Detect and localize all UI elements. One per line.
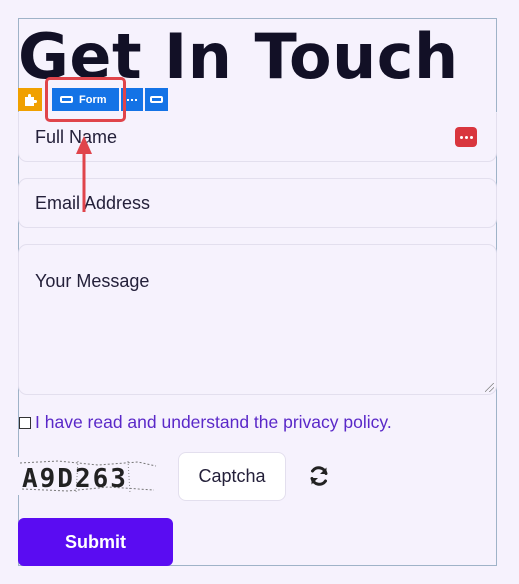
captcha-button-label: Captcha	[198, 466, 266, 486]
input-field-icon	[150, 96, 163, 103]
email-placeholder: Email Address	[35, 193, 151, 213]
plugin-icon[interactable]	[18, 88, 42, 111]
refresh-icon[interactable]	[307, 464, 331, 488]
resize-handle[interactable]	[485, 383, 494, 392]
input-widget-button[interactable]	[145, 88, 168, 111]
submit-label: Submit	[65, 531, 126, 552]
captcha-image: A9D263	[18, 457, 158, 495]
captcha-button[interactable]: Captcha	[178, 452, 286, 501]
message-placeholder: Your Message	[35, 271, 150, 291]
privacy-policy-link[interactable]: I have read and understand the privacy p…	[35, 412, 392, 433]
message-field[interactable]: Your Message	[18, 244, 497, 395]
highlight-box	[45, 77, 126, 122]
privacy-policy-row: I have read and understand the privacy p…	[18, 412, 392, 433]
full-name-placeholder: Full Name	[35, 127, 118, 147]
privacy-checkbox[interactable]	[19, 416, 31, 429]
submit-button[interactable]: Submit	[18, 518, 173, 566]
captcha-text: A9D263	[22, 464, 128, 494]
email-field[interactable]: Email Address	[18, 178, 497, 228]
keyboard-icon[interactable]	[455, 127, 477, 147]
